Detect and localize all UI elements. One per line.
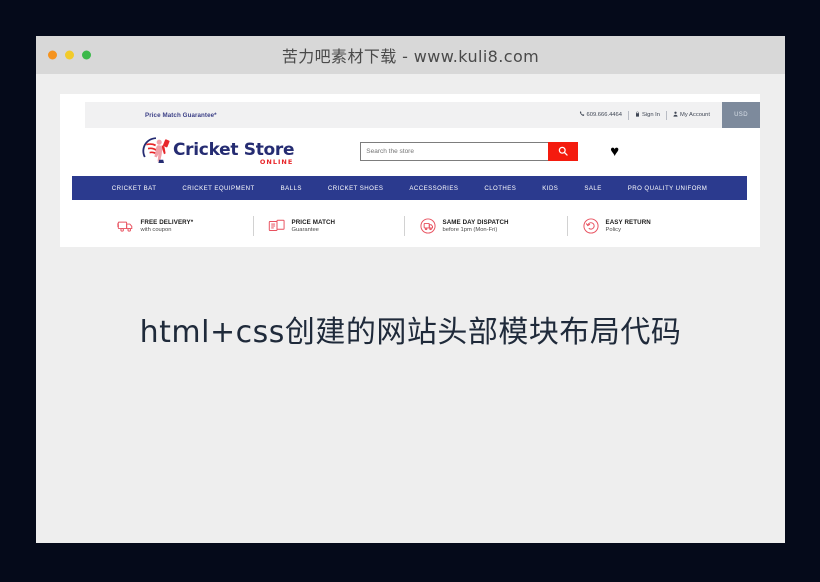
- search-bar: ♥: [360, 141, 619, 161]
- delivery-truck-icon: [115, 217, 135, 235]
- feature-text: SAME DAY DISPATCH before 1pm (Mon-Fri): [443, 219, 509, 233]
- lock-icon: [635, 111, 640, 119]
- phone-icon: [579, 111, 585, 119]
- feature-text: EASY RETURN Policy: [606, 219, 651, 233]
- utility-divider-1: [627, 110, 629, 120]
- utility-bar-right: 609.666.4464 Sign In My Account USD: [579, 102, 760, 128]
- feature-subtitle: with coupon: [140, 226, 172, 233]
- window-body: Price Match Guarantee* 609.666.4464 Sign…: [36, 74, 785, 543]
- traffic-lights: [48, 50, 91, 60]
- nav-item-cricket-bat[interactable]: CRICKET BAT: [112, 185, 157, 192]
- brand-row: Cricket Store ONLINE ♥: [60, 130, 760, 172]
- minimize-button[interactable]: [65, 50, 74, 60]
- my-account-label: My Account: [680, 112, 710, 118]
- feature-title: SAME DAY DISPATCH: [442, 218, 509, 226]
- sign-in-label: Sign In: [641, 112, 661, 118]
- feature-free-delivery: FREE DELIVERY* with coupon: [115, 217, 239, 235]
- feature-subtitle: before 1pm (Mon-Fri): [442, 226, 498, 233]
- browser-window: 苦力吧素材下载 - www.kuli8.com Price Match Guar…: [36, 36, 785, 543]
- same-day-dispatch-icon: [419, 217, 437, 235]
- main-navigation: CRICKET BAT CRICKET EQUIPMENT BALLS CRIC…: [72, 176, 747, 200]
- sign-in-link[interactable]: Sign In: [635, 111, 660, 119]
- site-logo[interactable]: Cricket Store ONLINE: [140, 135, 295, 167]
- feature-subtitle: Guarantee: [291, 226, 319, 233]
- phone-link[interactable]: 609.666.4464: [579, 111, 622, 119]
- phone-number: 609.666.4464: [586, 112, 622, 118]
- feature-text: PRICE MATCH Guarantee: [292, 219, 336, 233]
- window-title: 苦力吧素材下载 - www.kuli8.com: [281, 47, 540, 66]
- heart-icon[interactable]: ♥: [610, 144, 619, 159]
- features-strip: FREE DELIVERY* with coupon PRICE MATCH G…: [60, 204, 760, 247]
- feature-title: PRICE MATCH: [291, 218, 336, 226]
- close-button[interactable]: [48, 50, 57, 60]
- logo-text: Cricket Store ONLINE: [173, 140, 295, 167]
- return-arrow-icon: [582, 217, 600, 235]
- utility-divider-2: [666, 110, 668, 120]
- site-header-preview: Price Match Guarantee* 609.666.4464 Sign…: [60, 94, 760, 247]
- feature-text: FREE DELIVERY* with coupon: [141, 219, 194, 233]
- utility-bar: Price Match Guarantee* 609.666.4464 Sign…: [85, 102, 760, 128]
- currency-selector[interactable]: USD: [722, 102, 760, 128]
- nav-item-pro-quality-uniform[interactable]: PRO QUALITY UNIFORM: [628, 185, 708, 192]
- logo-subtitle: ONLINE: [259, 158, 294, 166]
- search-button[interactable]: [548, 141, 579, 161]
- nav-item-sale[interactable]: SALE: [584, 185, 601, 192]
- feature-title: FREE DELIVERY*: [140, 218, 194, 226]
- logo-title: Cricket Store: [173, 140, 295, 160]
- feature-easy-return: EASY RETURN Policy: [582, 217, 704, 235]
- caption-text: html+css创建的网站头部模块布局代码: [139, 314, 682, 350]
- nav-item-cricket-equipment[interactable]: CRICKET EQUIPMENT: [182, 185, 254, 192]
- search-input[interactable]: [360, 141, 549, 161]
- window-titlebar: 苦力吧素材下载 - www.kuli8.com: [36, 36, 785, 74]
- feature-subtitle: Policy: [605, 226, 621, 233]
- nav-item-clothes[interactable]: CLOTHES: [484, 185, 516, 192]
- feature-same-day-dispatch: SAME DAY DISPATCH before 1pm (Mon-Fri): [419, 217, 553, 235]
- search-icon: [558, 144, 568, 159]
- maximize-button[interactable]: [82, 50, 91, 60]
- price-match-guarantee-text: Price Match Guarantee*: [145, 111, 217, 119]
- nav-item-kids[interactable]: KIDS: [542, 185, 558, 192]
- nav-item-accessories[interactable]: ACCESSORIES: [409, 185, 458, 192]
- feature-title: EASY RETURN: [605, 218, 651, 226]
- feature-divider-1: [252, 215, 254, 236]
- my-account-link[interactable]: My Account: [673, 111, 710, 119]
- feature-divider-3: [566, 215, 568, 236]
- price-tags-icon: [268, 217, 286, 235]
- nav-item-cricket-shoes[interactable]: CRICKET SHOES: [328, 185, 384, 192]
- user-icon: [673, 111, 678, 119]
- nav-item-balls[interactable]: BALLS: [281, 185, 302, 192]
- cricket-player-icon: [140, 135, 172, 167]
- feature-price-match: PRICE MATCH Guarantee: [268, 217, 390, 235]
- feature-divider-2: [403, 215, 405, 236]
